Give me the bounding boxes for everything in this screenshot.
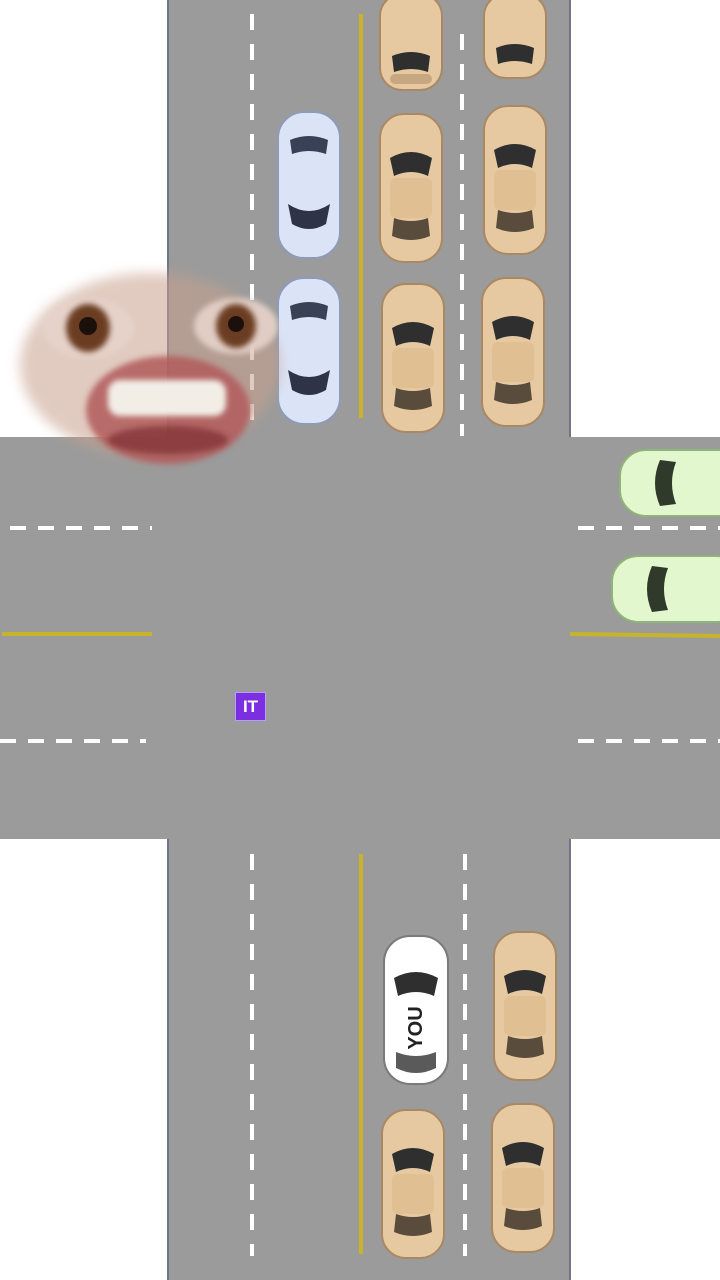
tan-car-icon bbox=[493, 931, 557, 1081]
player-car-icon[interactable]: YOU bbox=[383, 935, 449, 1085]
blue-car-icon bbox=[277, 111, 341, 259]
tan-car-icon bbox=[381, 283, 445, 433]
intersection-scene: YOU bbox=[0, 0, 720, 1280]
tan-car-icon bbox=[483, 0, 547, 79]
tan-car-icon bbox=[491, 1103, 555, 1253]
green-car-icon bbox=[611, 555, 720, 623]
blue-car-icon bbox=[277, 277, 341, 425]
green-car-icon bbox=[619, 449, 720, 517]
tan-car-icon bbox=[381, 1109, 445, 1259]
tan-car-icon bbox=[483, 105, 547, 255]
player-car-label: YOU bbox=[405, 1006, 427, 1049]
it-badge: IT bbox=[235, 692, 266, 721]
tan-car-icon bbox=[379, 113, 443, 263]
tan-car-icon bbox=[379, 0, 443, 91]
tan-car-icon bbox=[481, 277, 545, 427]
